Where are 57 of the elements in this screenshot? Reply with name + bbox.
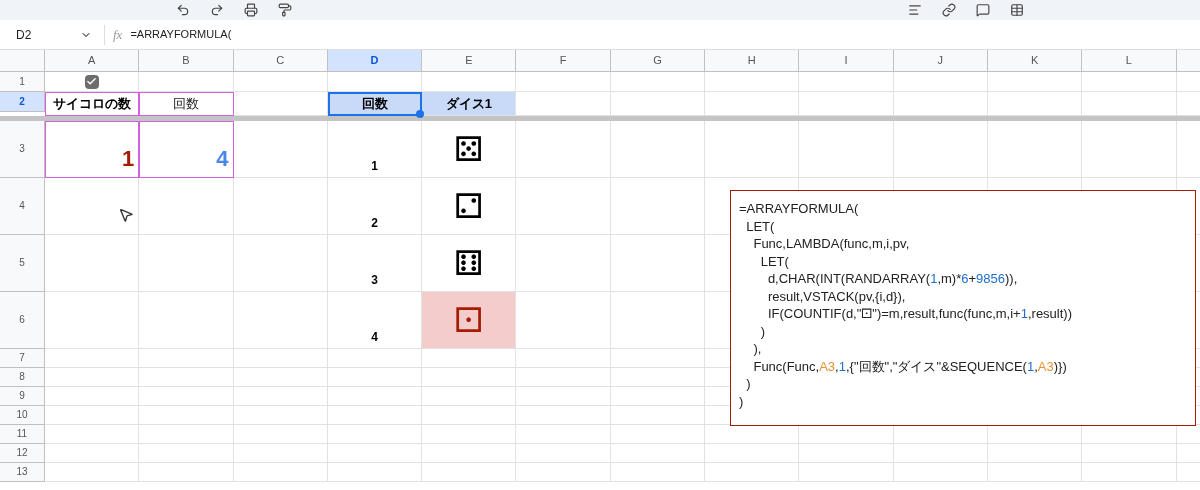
mouse-pointer-icon [118,207,134,223]
table-cell: 4 [139,120,234,178]
table-cell: 2 [327,177,423,235]
row-header[interactable]: 1 [0,72,45,92]
undo-icon[interactable] [176,3,190,17]
formula-line: ) [759,322,766,340]
formula-line: ) [739,392,745,410]
column-header[interactable]: C [233,50,328,72]
fx-label: fx [113,25,123,44]
formula-line: =ARRAYFORMULA( [739,200,860,218]
column-header[interactable]: J [893,50,988,72]
table-icon[interactable] [1010,3,1024,17]
row-header[interactable]: 3 [0,120,45,178]
column-header[interactable]: K [987,50,1083,72]
die-cell: ⚁ [422,177,517,235]
formula-line: result,VSTACK(pv,{i,d}), [766,287,907,305]
table-cell: 回数 [327,92,423,116]
table-cell: 3 [327,234,423,292]
table-cell: 回数 [139,92,234,116]
column-header[interactable]: D [327,50,423,72]
table-cell: ダイス1 [422,92,517,116]
table-cell: サイコロの数 [45,92,140,116]
row-header[interactable]: 2 [0,92,45,112]
column-header[interactable]: L [1082,50,1177,72]
column-header[interactable]: H [705,50,800,72]
formula-line: Func,LAMBDA(func,m,i,pv, [752,235,911,253]
paint-roller-icon[interactable] [278,3,292,17]
column-header[interactable]: I [799,50,894,72]
formula-line: IF(COUNTIF(d,"⚀")=m,result,func(func,m,i+1,result)) [766,305,1073,323]
formula-line: Func(Func,A3,1,{"回数","ダイス"&SEQUENCE(1,A3)}) [752,357,1068,375]
row-header[interactable]: 6 [0,291,45,349]
die-cell: ⚀ [422,291,517,349]
formula-line: ) [745,375,752,393]
row-header[interactable]: 5 [0,234,45,292]
selection-handle[interactable] [416,109,425,118]
column-header[interactable]: A [45,50,140,72]
redo-icon[interactable] [210,3,224,17]
comment-icon[interactable] [976,3,990,17]
table-cell: 1 [45,120,140,178]
formula-line: d,CHAR(INT(RANDARRAY(1,m)*6+9856)), [766,270,1019,288]
column-header[interactable]: F [516,50,611,72]
name-box[interactable]: D2 [16,25,32,44]
column-header[interactable]: G [610,50,706,72]
table-cell: 1 [327,120,423,178]
formula-line: ), [752,340,763,358]
formula-line: LET( [759,252,790,270]
print-icon[interactable] [244,3,258,17]
die-cell: ⚅ [422,234,517,292]
formula-field[interactable]: =ARRAYFORMULA( [130,26,232,43]
formula-line: LET( [745,217,776,235]
align-icon[interactable] [908,3,922,17]
checkbox[interactable] [84,74,99,89]
link-icon[interactable] [942,3,956,17]
column-header[interactable]: B [139,50,234,72]
row-header[interactable]: 4 [0,177,45,235]
column-header[interactable]: E [422,50,517,72]
die-cell: ⚄ [422,120,517,178]
